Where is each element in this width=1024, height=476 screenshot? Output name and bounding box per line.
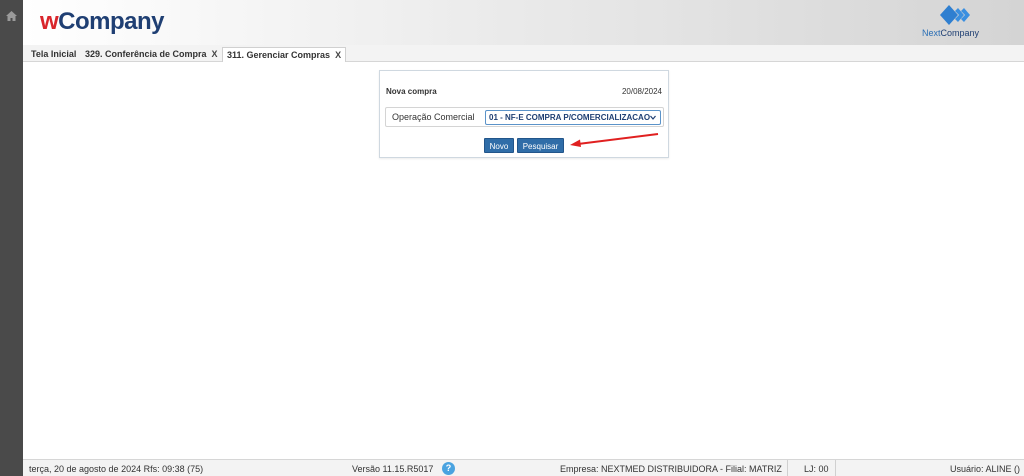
tab-bar: Tela Inicial 329. Conferência de Compra X… [23,45,1024,62]
divider [835,460,836,476]
panel-date: 20/08/2024 [621,87,662,96]
app-window: wCompany NextCompany Tela Inicial 329. C… [0,0,1024,476]
select-value: 01 - NF-E COMPRA P/COMERCIALIZACAO [489,113,651,122]
status-bar: terça, 20 de agosto de 2024 Rfs: 09:38 (… [23,459,1024,476]
tab-conferencia-compra[interactable]: 329. Conferência de Compra X [81,47,222,62]
status-lj: LJ: 00 [804,464,829,474]
sidebar [0,0,23,476]
chevron-down-icon [650,111,656,128]
operacao-comercial-row: Operação Comercial 01 - NF-E COMPRA P/CO… [385,107,664,127]
wcompany-logo: wCompany [40,8,165,35]
status-version: Versão 11.15.R5017 [352,464,434,474]
status-datetime: terça, 20 de agosto de 2024 Rfs: 09:38 (… [29,464,204,474]
pesquisar-button[interactable]: Pesquisar [517,138,564,153]
close-icon[interactable]: X [212,49,218,59]
novo-button[interactable]: Novo [484,138,514,153]
tab-label: 311. Gerenciar Compras [227,50,331,60]
red-arrow-annotation [570,133,659,147]
divider [787,460,788,476]
tab-label: Tela Inicial [31,49,77,59]
operacao-comercial-label: Operação Comercial [392,112,475,122]
tab-label: 329. Conferência de Compra [85,49,207,59]
tab-tela-inicial[interactable]: Tela Inicial [27,47,80,62]
status-empresa: Empresa: NEXTMED DISTRIBUIDORA - Filial:… [560,464,782,474]
close-icon[interactable]: X [335,50,341,60]
panel-title: Nova compra [386,87,437,96]
home-icon[interactable] [6,8,17,21]
tab-gerenciar-compras[interactable]: 311. Gerenciar Compras X [222,47,347,62]
nextcompany-logo: NextCompany [922,4,984,40]
header: wCompany NextCompany [23,0,1024,45]
status-usuario: Usuário: ALINE () [949,464,1020,474]
help-icon[interactable]: ? [442,462,455,475]
operacao-comercial-select[interactable]: 01 - NF-E COMPRA P/COMERCIALIZACAO [485,110,661,125]
nextcompany-diamond-icon [940,5,970,25]
